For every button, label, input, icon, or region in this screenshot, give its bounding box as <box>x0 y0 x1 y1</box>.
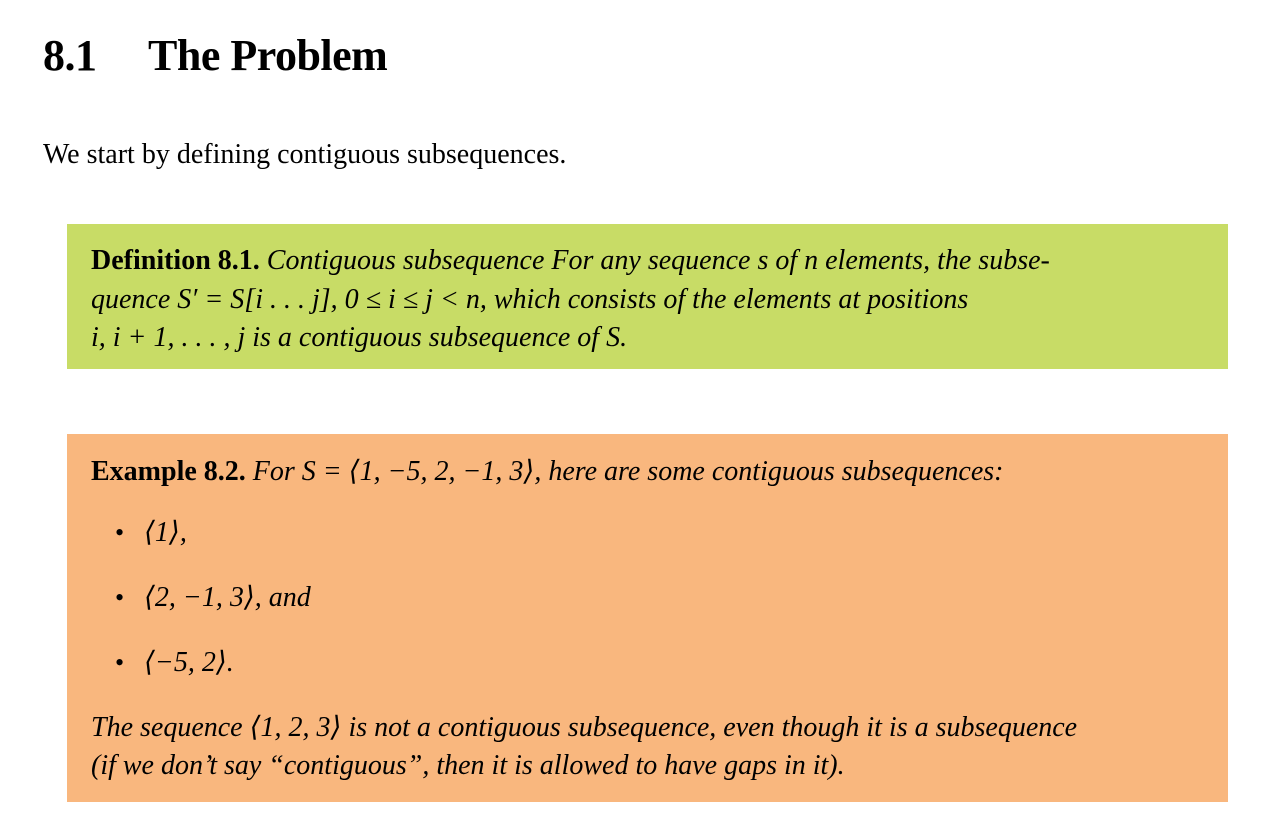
list-item: • ⟨−5, 2⟩. <box>115 644 1204 682</box>
definition-box: Definition 8.1. Contiguous subsequence F… <box>67 224 1228 369</box>
definition-line-1: Definition 8.1. Contiguous subsequence F… <box>91 242 1204 281</box>
bullet-icon: • <box>115 648 125 677</box>
example-closing-line-2: (if we don’t say “contiguous”, then it i… <box>91 750 845 781</box>
list-item: • ⟨1⟩, <box>115 514 1204 552</box>
example-list: • ⟨1⟩, • ⟨2, −1, 3⟩, and • ⟨−5, 2⟩. <box>91 514 1204 682</box>
list-item: • ⟨2, −1, 3⟩, and <box>115 579 1204 617</box>
definition-line-1-text: Contiguous subsequence For any sequence … <box>266 245 1050 276</box>
definition-label: Definition 8.1. <box>91 245 260 276</box>
intro-paragraph: We start by defining contiguous subseque… <box>43 139 567 170</box>
example-label: Example 8.2. <box>91 456 246 487</box>
list-item-text: ⟨2, −1, 3⟩, and <box>144 582 311 613</box>
example-closing: The sequence ⟨1, 2, 3⟩ is not a contiguo… <box>91 709 1204 785</box>
section-number: 8.1 <box>43 31 97 80</box>
definition-line-3: i, i + 1, . . . , j is a contiguous subs… <box>91 322 628 353</box>
example-box: Example 8.2. For S = ⟨1, −5, 2, −1, 3⟩, … <box>67 434 1228 802</box>
list-item-text: ⟨1⟩, <box>144 517 187 548</box>
section-title: The Problem <box>148 31 388 80</box>
definition-text: Definition 8.1. Contiguous subsequence F… <box>91 242 1204 358</box>
example-heading: Example 8.2. For S = ⟨1, −5, 2, −1, 3⟩, … <box>91 454 1204 490</box>
example-closing-line-1: The sequence ⟨1, 2, 3⟩ is not a contiguo… <box>91 712 1078 743</box>
bullet-icon: • <box>115 518 125 547</box>
document-page: 8.1 The Problem We start by defining cont… <box>0 0 1268 820</box>
definition-line-2: quence S′ = S[i . . . j], 0 ≤ i ≤ j < n,… <box>91 283 969 315</box>
example-intro: For S = ⟨1, −5, 2, −1, 3⟩, here are some… <box>252 456 1004 487</box>
section-heading: 8.1 The Problem <box>43 30 388 82</box>
list-item-text: ⟨−5, 2⟩. <box>144 647 234 678</box>
bullet-icon: • <box>115 583 125 612</box>
